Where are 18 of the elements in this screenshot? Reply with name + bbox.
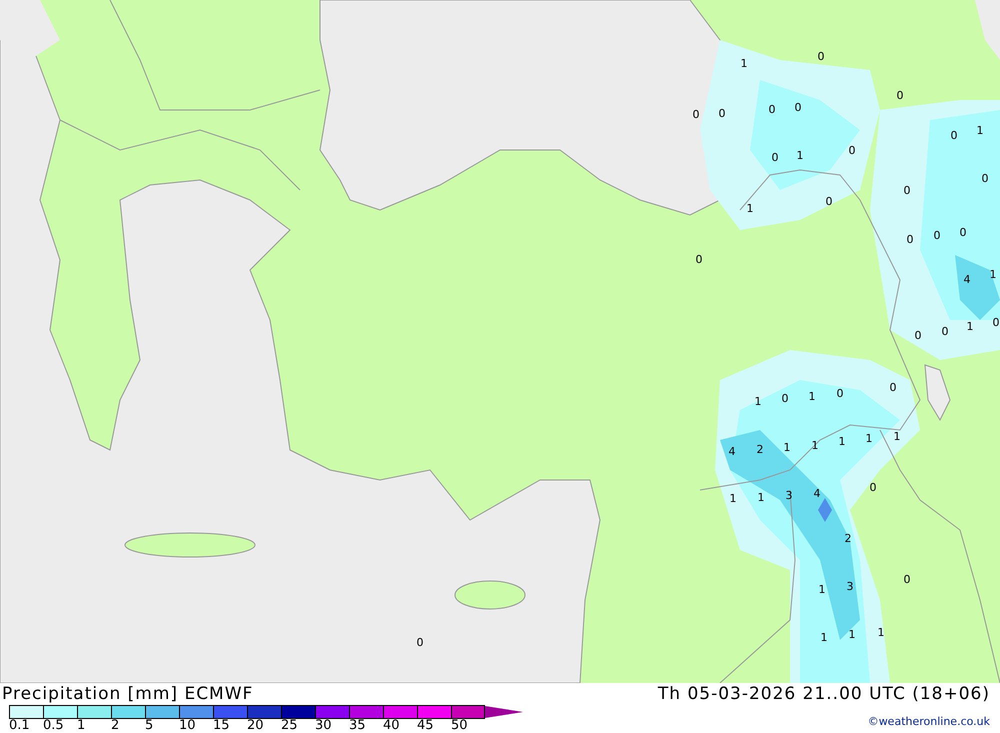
legend-title: Precipitation [mm] ECMWF — [2, 683, 254, 705]
legend-label: 0.5 — [43, 719, 65, 733]
legend-label: 2 — [111, 719, 120, 733]
legend-label: 5 — [145, 719, 154, 733]
valid-time: Th 05-03-2026 21..00 UTC (18+06) — [658, 683, 990, 705]
legend-label: 0.1 — [9, 719, 31, 733]
legend-label: 15 — [213, 719, 231, 733]
legend-label: 40 — [383, 719, 401, 733]
precipitation-map-drawing: 1 0 0 0 0 0 0 0 1 0 1 0 0 0 1 0 0 0 0 4 1 0 0 0 1 0 0 1 0 1 0 4 2 1 1 1 1 1 0 1 1 3 4 2 1 3 0 1 1 1 0 — [0, 0, 1000, 683]
legend-label: 45 — [417, 719, 435, 733]
legend-label: 50 — [451, 719, 469, 733]
legend-label: 30 — [315, 719, 333, 733]
legend-label: 10 — [179, 719, 197, 733]
legend-label: 20 — [247, 719, 265, 733]
legend-label: 1 — [77, 719, 86, 733]
credit-link[interactable]: ©weatheronline.co.uk — [868, 715, 990, 728]
legend-label: 25 — [281, 719, 299, 733]
legend-label: 35 — [349, 719, 367, 733]
